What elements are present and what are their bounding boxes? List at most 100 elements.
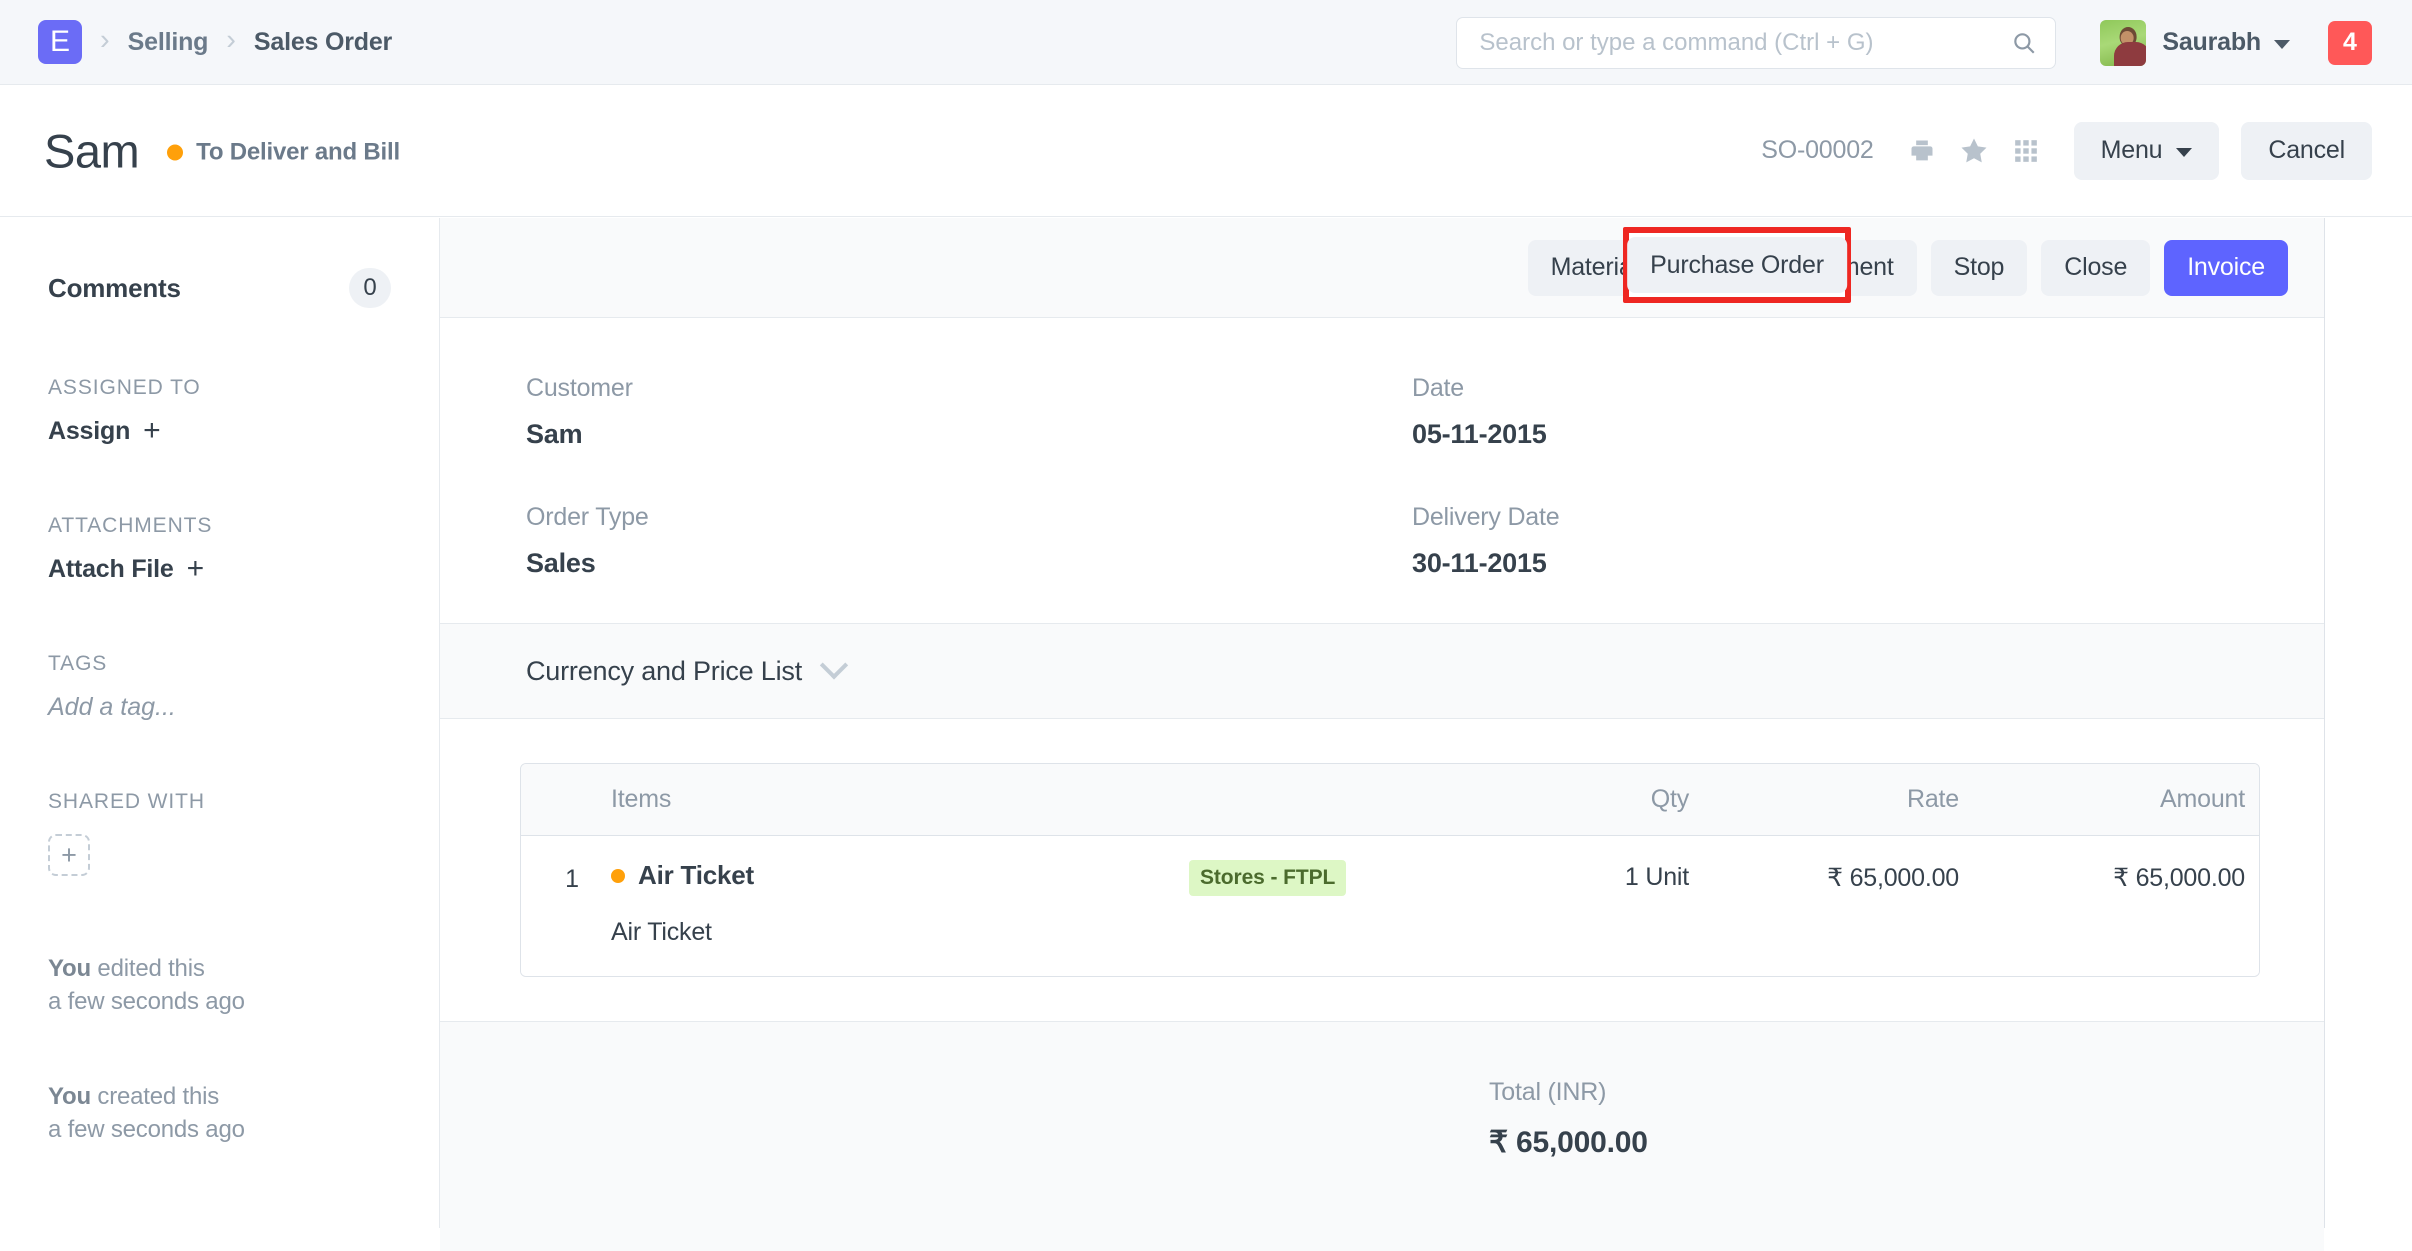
document-name: SO-00002 (1761, 136, 1873, 165)
shared-with-label: SHARED WITH (48, 790, 391, 814)
grid-menu-icon[interactable] (2006, 131, 2046, 171)
plus-icon: + (143, 416, 160, 446)
assigned-to-label: ASSIGNED TO (48, 376, 391, 400)
invoice-button[interactable]: Invoice (2164, 240, 2288, 296)
activity-log-item: You created this a few seconds ago (48, 1080, 391, 1146)
breadcrumb-separator-icon: › (226, 26, 236, 58)
form-fields: Customer Sam Order Type Sales Date 05-11… (440, 318, 2324, 623)
stop-button[interactable]: Stop (1931, 240, 2028, 296)
app-logo[interactable]: E (38, 20, 82, 64)
attachments-label: ATTACHMENTS (48, 514, 391, 538)
item-status-dot-icon (611, 869, 625, 883)
notification-badge[interactable]: 4 (2328, 21, 2372, 65)
field-order-type[interactable]: Order Type Sales (526, 503, 1385, 579)
table-row[interactable]: 1 Air Ticket Air Ticket Stores - FTPL 1 … (521, 836, 2259, 976)
add-tag-input[interactable]: Add a tag... (48, 693, 391, 722)
column-rate: Rate (1689, 785, 1959, 814)
customer-value: Sam (526, 419, 1385, 450)
plus-icon: + (61, 842, 77, 869)
row-rate: ₹ 65,000.00 (1689, 860, 1959, 893)
table-header-row: Items Qty Rate Amount (521, 764, 2259, 836)
search-box[interactable] (1456, 17, 2056, 69)
row-amount: ₹ 65,000.00 (1959, 860, 2259, 893)
items-table-wrap: Items Qty Rate Amount 1 Air Ticket Air T… (440, 719, 2324, 977)
chevron-down-icon (2176, 148, 2192, 157)
activity-actor: You (48, 955, 91, 982)
assign-label: Assign (48, 417, 130, 446)
delivery-date-value: 30-11-2015 (1412, 548, 2244, 579)
field-customer[interactable]: Customer Sam (526, 374, 1385, 450)
page-header: Sam To Deliver and Bill SO-00002 (0, 85, 2412, 217)
document-action-bar: Material Request Purchase Order Payment … (440, 218, 2324, 318)
warehouse-badge: Stores - FTPL (1189, 860, 1346, 896)
search-input[interactable] (1457, 18, 2055, 68)
page-body: Comments 0 ASSIGNED TO Assign + ATTACHME… (0, 218, 2412, 1228)
sidebar-comments[interactable]: Comments 0 (48, 268, 391, 308)
menu-button[interactable]: Menu (2074, 122, 2220, 180)
attach-file-label: Attach File (48, 555, 174, 584)
cancel-button[interactable]: Cancel (2241, 122, 2372, 180)
form-column-right: Date 05-11-2015 Delivery Date 30-11-2015 (1385, 374, 2244, 579)
user-name: Saurabh (2162, 28, 2261, 57)
activity-time: a few seconds ago (48, 988, 245, 1015)
form-column-left: Customer Sam Order Type Sales (526, 374, 1385, 579)
close-button[interactable]: Close (2041, 240, 2150, 296)
row-warehouse-cell: Stores - FTPL (1189, 860, 1489, 896)
total-value: ₹ 65,000.00 (440, 1125, 2324, 1160)
purchase-order-highlight: Purchase Order (1623, 227, 1851, 303)
add-share-button[interactable]: + (48, 834, 90, 876)
comments-count-badge: 0 (349, 268, 391, 308)
top-navbar: E › Selling › Sales Order Saurabh 4 (0, 0, 2412, 85)
comments-label: Comments (48, 273, 181, 304)
navbar-right: Saurabh 4 (1456, 0, 2412, 85)
column-amount: Amount (1959, 785, 2259, 814)
item-name: Air Ticket (638, 860, 754, 891)
items-table: Items Qty Rate Amount 1 Air Ticket Air T… (520, 763, 2260, 977)
activity-action: created this (91, 1083, 219, 1110)
order-type-label: Order Type (526, 503, 1385, 532)
breadcrumb-item-sales-order[interactable]: Sales Order (254, 28, 392, 57)
row-item-cell: Air Ticket Air Ticket (593, 860, 1189, 947)
currency-price-list-section[interactable]: Currency and Price List (440, 623, 2324, 719)
total-label: Total (INR) (440, 1078, 2324, 1107)
attach-file-button[interactable]: Attach File + (48, 555, 391, 584)
assign-button[interactable]: Assign + (48, 417, 391, 446)
item-description: Air Ticket (611, 918, 1189, 947)
user-menu[interactable]: Saurabh (2100, 20, 2290, 66)
plus-icon: + (187, 554, 204, 584)
column-items: Items (593, 785, 1189, 814)
status-badge: To Deliver and Bill (167, 139, 400, 167)
activity-time: a few seconds ago (48, 1116, 245, 1143)
order-type-value: Sales (526, 548, 1385, 579)
main-content: Material Request Purchase Order Payment … (440, 218, 2325, 1228)
star-icon[interactable] (1954, 131, 1994, 171)
sidebar: Comments 0 ASSIGNED TO Assign + ATTACHME… (0, 218, 440, 1228)
customer-label: Customer (526, 374, 1385, 403)
date-label: Date (1412, 374, 2244, 403)
row-qty: 1 Unit (1489, 860, 1689, 892)
activity-log-item: You edited this a few seconds ago (48, 952, 391, 1018)
search-icon[interactable] (2011, 30, 2037, 56)
purchase-order-button[interactable]: Purchase Order (1627, 237, 1847, 293)
status-dot-icon (167, 145, 183, 161)
breadcrumb-separator-icon: › (100, 26, 110, 58)
breadcrumb-item-selling[interactable]: Selling (128, 28, 209, 57)
field-delivery-date[interactable]: Delivery Date 30-11-2015 (1412, 503, 2244, 579)
print-icon[interactable] (1902, 131, 1942, 171)
row-index: 1 (521, 860, 593, 894)
breadcrumb: E › Selling › Sales Order (0, 20, 392, 64)
tags-label: TAGS (48, 652, 391, 676)
delivery-date-label: Delivery Date (1412, 503, 2244, 532)
date-value: 05-11-2015 (1412, 419, 2244, 450)
chevron-down-icon (2274, 40, 2290, 49)
page-title-wrap: Sam To Deliver and Bill (44, 127, 400, 174)
avatar (2100, 20, 2146, 66)
field-date[interactable]: Date 05-11-2015 (1412, 374, 2244, 450)
currency-price-list-label: Currency and Price List (526, 656, 802, 687)
page-header-actions: SO-00002 Menu Cancel (1761, 122, 2372, 180)
activity-actor: You (48, 1083, 91, 1110)
page-title: Sam (44, 127, 139, 174)
activity-action: edited this (91, 955, 205, 982)
status-label: To Deliver and Bill (196, 139, 400, 167)
totals-section: Total (INR) ₹ 65,000.00 (440, 1021, 2324, 1251)
